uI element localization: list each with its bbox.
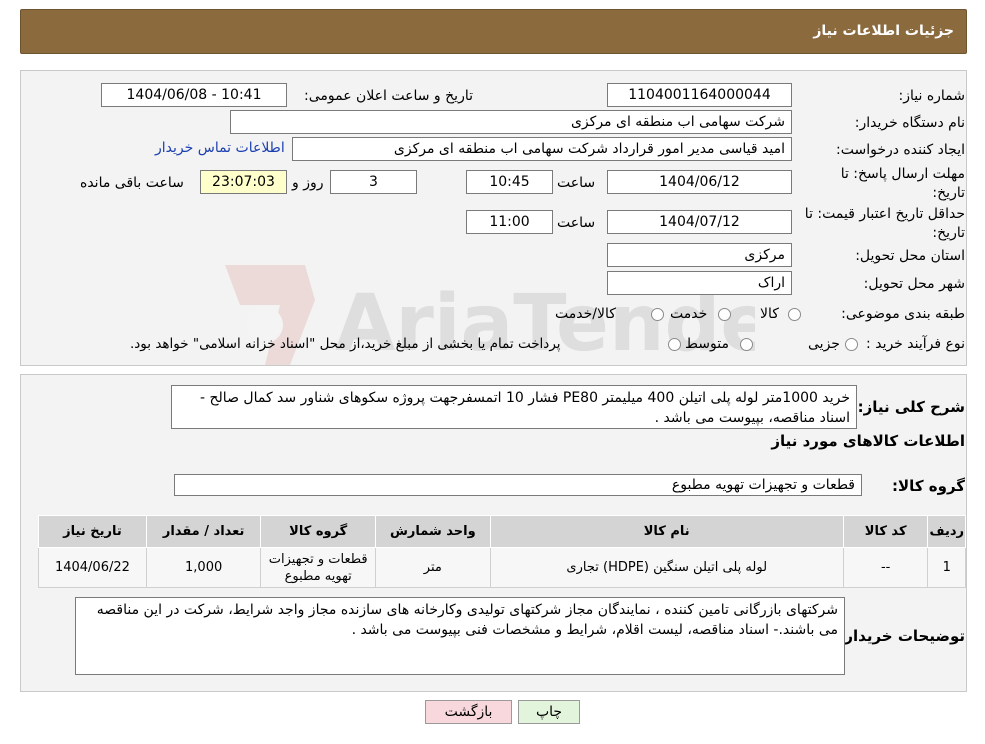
goods-section-title: اطلاعات کالاهای مورد نیاز [771,432,965,450]
validity-label-1: حداقل تاریخ اعتبار قیمت: تا [804,206,965,222]
remaining-time-field[interactable]: 23:07:03 [200,170,287,194]
cell-need-date: 1404/06/22 [38,547,147,588]
need-number-label: شماره نیاز: [898,88,966,104]
th-quantity: تعداد / مقدار [145,515,262,548]
city-field[interactable]: اراک [607,271,792,295]
th-unit: واحد شمارش [375,515,491,548]
remaining-label: ساعت باقی مانده [80,175,184,191]
description-textarea[interactable]: خرید 1000متر لوله پلی اتیلن 400 میلیمتر … [171,385,857,429]
description-label: شرح کلی نیاز: [857,398,965,416]
goods-group-label: گروه کالا: [892,477,965,495]
announce-label: تاریخ و ساعت اعلان عمومی: [304,88,473,104]
process-option-medium: متوسط [685,336,729,352]
deadline-label-1: مهلت ارسال پاسخ: تا [840,166,965,182]
buyer-notes-label: توضیحات خریدار: [838,627,965,645]
process-note: پرداخت تمام یا بخشی از مبلغ خرید،از محل … [130,336,561,352]
buyer-notes-textarea[interactable]: شرکتهای بازرگانی تامین کننده ، نمایندگان… [75,597,845,675]
category-radio-goods-service[interactable] [651,308,664,321]
cell-quantity: 1,000 [145,547,262,588]
category-option-service: خدمت [670,306,708,322]
cell-group: قطعات و تجهیزات تهویه مطبوع [260,547,376,588]
validity-time-label: ساعت [557,215,596,231]
cell-item-code: -- [842,547,929,588]
buyer-org-field[interactable]: شرکت سهامی اب منطقه ای مرکزی [230,110,792,134]
th-item-code: کد کالا [842,515,929,548]
category-radio-service[interactable] [718,308,731,321]
cell-unit: متر [375,547,491,588]
cell-item-name: لوله پلی اتیلن سنگین (HDPE) تجاری [489,547,844,588]
cell-row-number: 1 [927,547,966,588]
th-group: گروه کالا [260,515,376,548]
deadline-label-2: تاریخ: [932,185,965,201]
print-button[interactable]: چاپ [518,700,580,724]
category-label: طبقه بندی موضوعی: [841,306,965,322]
process-option-minor: جزیی [808,336,840,352]
city-label: شهر محل تحویل: [863,276,965,292]
th-item-name: نام کالا [489,515,844,548]
table-header-row: ردیف کد کالا نام کالا واحد شمارش گروه کا… [38,515,966,548]
process-radio-minor[interactable] [845,338,858,351]
province-label: استان محل تحویل: [855,248,965,264]
page-title: جزئیات اطلاعات نیاز [813,23,954,39]
category-option-goods: کالا [760,306,779,322]
process-radio-medium[interactable] [740,338,753,351]
days-field[interactable]: 3 [330,170,417,194]
province-field[interactable]: مرکزی [607,243,792,267]
buyer-org-label: نام دستگاه خریدار: [854,115,965,131]
goods-table: ردیف کد کالا نام کالا واحد شمارش گروه کا… [38,515,966,588]
table-row[interactable]: 1 -- لوله پلی اتیلن سنگین (HDPE) تجاری م… [38,547,966,588]
need-number-field[interactable]: 1104001164000044 [607,83,792,107]
announce-field[interactable]: 1404/06/08 - 10:41 [101,83,287,107]
days-label: روز و [292,175,324,191]
validity-label-2: تاریخ: [932,225,965,241]
category-radio-goods[interactable] [788,308,801,321]
th-need-date: تاریخ نیاز [38,515,147,548]
deadline-time-field[interactable]: 10:45 [466,170,553,194]
back-button[interactable]: بازگشت [425,700,512,724]
th-row-number: ردیف [927,515,966,548]
process-label: نوع فرآیند خرید : [866,336,965,352]
validity-date-field[interactable]: 1404/07/12 [607,210,792,234]
process-checkbox-treasury[interactable] [668,338,681,351]
category-option-goods-service: کالا/خدمت [555,306,616,322]
page-header: جزئیات اطلاعات نیاز [20,9,967,54]
validity-time-field[interactable]: 11:00 [466,210,553,234]
creator-field[interactable]: امید قیاسی مدیر امور قرارداد شرکت سهامی … [292,137,792,161]
deadline-time-label: ساعت [557,175,596,191]
deadline-date-field[interactable]: 1404/06/12 [607,170,792,194]
buyer-contact-link[interactable]: اطلاعات تماس خریدار [155,140,285,156]
creator-label: ایجاد کننده درخواست: [836,142,965,158]
goods-group-field[interactable]: قطعات و تجهیزات تهویه مطبوع [174,474,862,496]
